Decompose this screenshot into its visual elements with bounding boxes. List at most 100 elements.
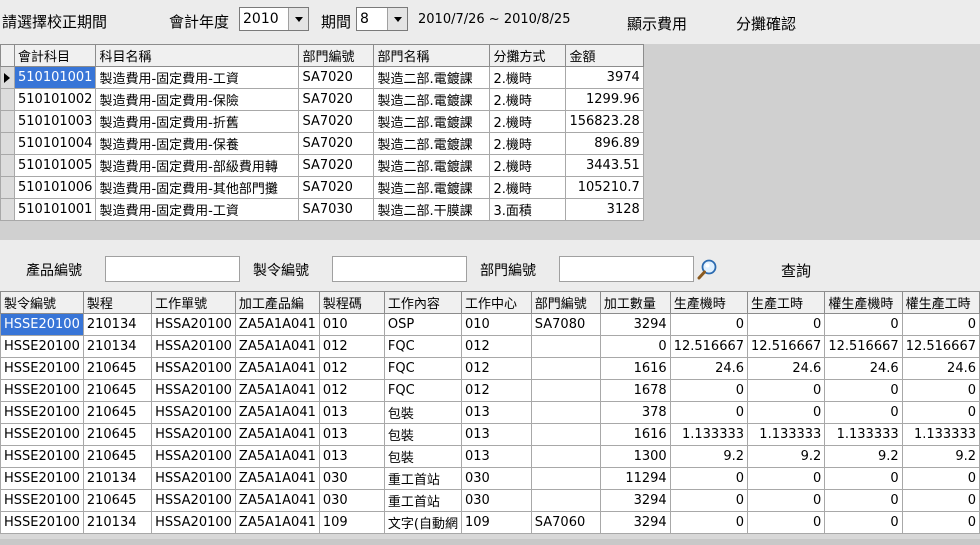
table-cell[interactable]: 0: [747, 511, 826, 534]
table-cell[interactable]: HSSE20100: [0, 401, 84, 424]
table-cell[interactable]: 12.516667: [747, 335, 826, 358]
table-cell[interactable]: 210134: [82, 335, 153, 358]
table-cell[interactable]: 210645: [82, 357, 153, 380]
table-cell[interactable]: 12.516667: [824, 335, 903, 358]
table-cell[interactable]: 3294: [599, 313, 671, 336]
row-selector[interactable]: [0, 154, 15, 177]
column-header[interactable]: 部門編號: [530, 291, 601, 314]
table-cell[interactable]: 0: [669, 379, 749, 402]
table-cell[interactable]: 210645: [82, 489, 153, 512]
table-cell[interactable]: 3294: [599, 489, 671, 512]
column-header[interactable]: 製令編號: [0, 291, 84, 314]
table-cell[interactable]: 109: [460, 511, 532, 534]
table-cell[interactable]: 0: [747, 379, 826, 402]
table-cell[interactable]: 12.516667: [901, 335, 980, 358]
table-cell[interactable]: 1.133333: [747, 423, 826, 446]
table-cell[interactable]: FQC: [383, 357, 462, 380]
table-cell[interactable]: HSSE20100: [0, 357, 84, 380]
period-dropdown-button[interactable]: [387, 8, 407, 30]
table-cell[interactable]: 1616: [599, 357, 671, 380]
table-cell[interactable]: HSSE20100: [0, 511, 84, 534]
table-cell[interactable]: HSSA20100: [151, 423, 236, 446]
table-cell[interactable]: HSSE20100: [0, 313, 84, 336]
table-cell[interactable]: 0: [824, 401, 903, 424]
table-row[interactable]: 510101001 製造費用-固定費用-工資 SA7020 製造二部.電鍍課 2.機時 3…: [0, 66, 644, 89]
table-cell[interactable]: 2.機時: [489, 88, 567, 111]
row-selector[interactable]: [0, 66, 15, 89]
table-cell[interactable]: HSSE20100: [0, 445, 84, 468]
table-row[interactable]: 510101002 製造費用-固定費用-保險 SA7020 製造二部.電鍍課 2.機時 1…: [0, 88, 644, 111]
table-cell[interactable]: 030: [318, 489, 385, 512]
table-cell[interactable]: 2.機時: [489, 66, 567, 89]
table-cell[interactable]: 包裝: [383, 401, 462, 424]
table-row[interactable]: HSSE20100 210645 HSSA20100 ZA5A1A041 013 包裝 01…: [0, 445, 980, 468]
table-cell[interactable]: 0: [599, 335, 671, 358]
column-header[interactable]: 會計科目: [13, 44, 97, 67]
magnifier-icon[interactable]: [697, 258, 719, 280]
table-cell[interactable]: 510101005: [13, 154, 97, 177]
column-header[interactable]: 部門名稱: [373, 44, 491, 67]
table-cell[interactable]: 013: [460, 445, 532, 468]
table-cell[interactable]: ZA5A1A041: [234, 423, 320, 446]
table-cell[interactable]: 包裝: [383, 423, 462, 446]
table-cell[interactable]: 1.133333: [901, 423, 980, 446]
table-cell[interactable]: 9.2: [824, 445, 903, 468]
table-cell[interactable]: 013: [318, 423, 385, 446]
table-cell[interactable]: 0: [824, 379, 903, 402]
order-no-input[interactable]: [332, 256, 467, 282]
table-cell[interactable]: 030: [318, 467, 385, 490]
table-cell[interactable]: 3128: [565, 198, 644, 221]
table-cell[interactable]: FQC: [383, 335, 462, 358]
row-selector[interactable]: [0, 132, 15, 155]
table-cell[interactable]: 0: [824, 313, 903, 336]
column-header[interactable]: 權生產機時: [824, 291, 903, 314]
table-cell[interactable]: 文字(自動網: [383, 511, 462, 534]
table-cell[interactable]: 11294: [599, 467, 671, 490]
table-cell[interactable]: ZA5A1A041: [234, 467, 320, 490]
table-cell[interactable]: ZA5A1A041: [234, 335, 320, 358]
table-cell[interactable]: 105210.7: [565, 176, 644, 199]
table-cell[interactable]: 製造二部.干膜課: [373, 198, 491, 221]
table-row[interactable]: HSSE20100 210645 HSSA20100 ZA5A1A041 012 FQC 0…: [0, 357, 980, 380]
table-cell[interactable]: 重工首站: [383, 467, 462, 490]
column-header[interactable]: 生產機時: [669, 291, 749, 314]
table-cell[interactable]: HSSA20100: [151, 379, 236, 402]
show-cost-button[interactable]: 顯示費用: [627, 13, 687, 34]
table-cell[interactable]: 012: [460, 357, 532, 380]
table-row[interactable]: 510101006 製造費用-固定費用-其他部門攤 SA7020 製造二部.電鍍課 2.…: [0, 176, 644, 199]
table-cell[interactable]: 010: [318, 313, 385, 336]
table-row[interactable]: HSSE20100 210645 HSSA20100 ZA5A1A041 013 包裝 01…: [0, 401, 980, 424]
table-cell[interactable]: 210134: [82, 313, 153, 336]
column-header[interactable]: 工作內容: [383, 291, 462, 314]
table-cell[interactable]: 510101003: [13, 110, 97, 133]
table-cell[interactable]: 1.133333: [669, 423, 749, 446]
product-no-input[interactable]: [105, 256, 240, 282]
table-cell[interactable]: 013: [460, 401, 532, 424]
table-cell[interactable]: 製造二部.電鍍課: [373, 66, 491, 89]
table-cell[interactable]: 1300: [599, 445, 671, 468]
table-cell[interactable]: 012: [318, 335, 385, 358]
table-cell[interactable]: 010: [460, 313, 532, 336]
table-row[interactable]: HSSE20100 210645 HSSA20100 ZA5A1A041 013 包裝 01…: [0, 423, 980, 446]
table-cell[interactable]: 製造費用-固定費用-工資: [95, 198, 300, 221]
table-cell[interactable]: 510101001: [13, 66, 97, 89]
table-cell[interactable]: 1299.96: [565, 88, 644, 111]
table-cell[interactable]: HSSA20100: [151, 445, 236, 468]
table-cell[interactable]: 2.機時: [489, 154, 567, 177]
table-cell[interactable]: SA7020: [298, 154, 375, 177]
table-row[interactable]: HSSE20100 210134 HSSA20100 ZA5A1A041 010 OSP 0…: [0, 313, 980, 336]
column-header[interactable]: 加工產品編: [234, 291, 320, 314]
column-header[interactable]: 權生產工時: [901, 291, 980, 314]
column-header[interactable]: 工作中心: [460, 291, 532, 314]
table-cell[interactable]: SA7020: [298, 132, 375, 155]
table-cell[interactable]: 0: [669, 489, 749, 512]
table-cell[interactable]: 24.6: [747, 357, 826, 380]
table-row[interactable]: HSSE20100 210645 HSSA20100 ZA5A1A041 012 FQC 0…: [0, 379, 980, 402]
table-cell[interactable]: 0: [901, 401, 980, 424]
column-header[interactable]: 工作單號: [151, 291, 236, 314]
table-cell[interactable]: 510101001: [13, 198, 97, 221]
table-cell[interactable]: 0: [901, 489, 980, 512]
table-cell[interactable]: 製造費用-固定費用-折舊: [95, 110, 300, 133]
table-row[interactable]: HSSE20100 210134 HSSA20100 ZA5A1A041 012 FQC 0…: [0, 335, 980, 358]
table-cell[interactable]: [530, 379, 601, 402]
